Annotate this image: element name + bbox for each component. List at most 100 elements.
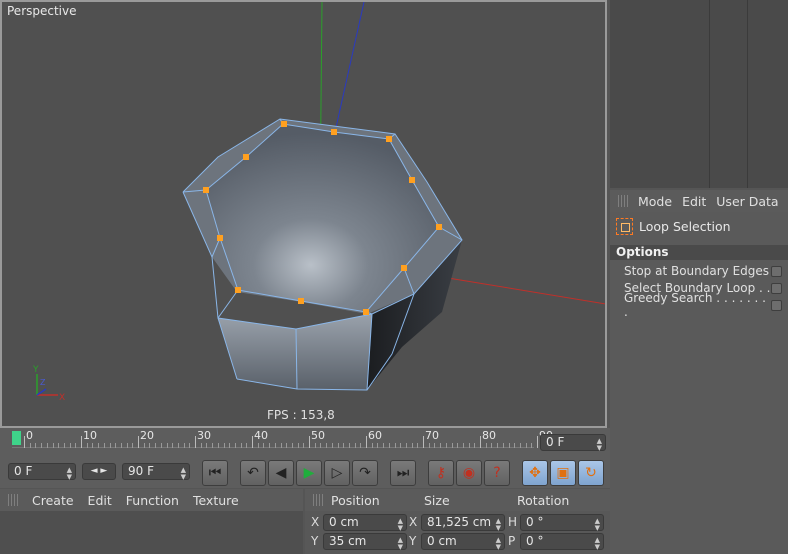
menu-edit[interactable]: Edit — [88, 493, 112, 508]
timeline[interactable]: 0102030405060708090 0 F ▲▼ — [0, 428, 610, 458]
go-to-end-button[interactable]: ⏭ — [390, 460, 416, 486]
play-button[interactable]: ▶ — [296, 460, 322, 486]
timeline-tick — [195, 436, 196, 448]
start-frame-field[interactable]: 0 F ▲ ▼ — [8, 463, 76, 481]
attributes-menubar: Mode Edit User Data — [610, 190, 788, 212]
rotation-p-field[interactable]: 0 ° ▲ ▼ — [520, 533, 604, 551]
size-y-field[interactable]: 0 cm ▲ ▼ — [421, 533, 505, 551]
current-frame-field[interactable]: 0 F ▲ ▼ — [540, 434, 606, 452]
end-frame-field[interactable]: 90 F ▲ ▼ — [122, 463, 190, 481]
timeline-tick-label: 50 — [311, 429, 325, 442]
timeline-minor-tick — [514, 443, 516, 448]
timeline-tick — [252, 436, 253, 448]
object-manager-panel[interactable] — [610, 0, 788, 188]
move-tool-button[interactable]: ✥ — [522, 460, 548, 486]
previous-key-icon: ↶ — [247, 465, 259, 481]
timeline-minor-tick — [343, 443, 345, 448]
timeline-minor-tick — [508, 443, 510, 448]
go-to-start-button[interactable]: ⏮ — [202, 460, 228, 486]
menu-user-data[interactable]: User Data — [716, 194, 778, 209]
attributes-panel: Mode Edit User Data Loop Selection Optio… — [610, 190, 788, 554]
timeline-minor-tick — [348, 443, 350, 448]
timeline-minor-tick — [440, 443, 442, 448]
timeline-tick — [366, 436, 367, 448]
perspective-viewport[interactable]: Y X Z Perspective FPS : 153,8 — [0, 0, 607, 428]
greedy-search-checkbox[interactable] — [771, 299, 782, 311]
keyframe-selection-icon: ? — [493, 465, 501, 481]
previous-key-button[interactable]: ↶ — [240, 460, 266, 486]
panel-grip-icon[interactable] — [8, 494, 18, 506]
option-label: Greedy Search . . . . . . . . — [624, 291, 766, 319]
select-boundary-loop-checkbox[interactable] — [771, 282, 782, 294]
position-x-field[interactable]: 0 cm ▲ ▼ — [323, 514, 407, 532]
viewport-scene[interactable]: Y X Z — [2, 2, 606, 427]
timeline-minor-tick — [457, 443, 459, 448]
range-slider[interactable]: ◄ ► — [82, 463, 116, 480]
timeline-tick — [81, 436, 82, 448]
size-x-field[interactable]: 81,525 cm ▲ ▼ — [421, 514, 505, 532]
timeline-ruler[interactable]: 0102030405060708090 — [12, 428, 553, 454]
timeline-minor-tick — [132, 443, 134, 448]
stop-at-boundary-edges-checkbox[interactable] — [771, 265, 782, 277]
timeline-minor-tick — [303, 443, 305, 448]
options-tab[interactable]: Options — [610, 245, 788, 260]
next-frame-icon: ▷ — [331, 465, 343, 481]
menu-texture[interactable]: Texture — [193, 493, 239, 508]
option-greedy-search[interactable]: Greedy Search . . . . . . . . — [624, 291, 782, 319]
timeline-minor-tick — [234, 443, 236, 448]
record-active-objects-button[interactable]: ⚷ — [428, 460, 454, 486]
rot-axis-label: P — [508, 534, 516, 548]
timeline-minor-tick — [200, 443, 202, 448]
position-y-field[interactable]: 35 cm ▲ ▼ — [323, 533, 407, 551]
timeline-tick-label: 80 — [482, 429, 496, 442]
timeline-minor-tick — [41, 443, 43, 448]
material-manager-panel[interactable]: Create Edit Function Texture — [0, 489, 303, 554]
rotation-header: Rotation — [517, 492, 570, 508]
timeline-tick-label: 60 — [368, 429, 382, 442]
menu-create[interactable]: Create — [32, 493, 74, 508]
timeline-minor-tick — [183, 443, 185, 448]
timeline-minor-tick — [103, 443, 105, 448]
keyframe-selection-button[interactable]: ? — [484, 460, 510, 486]
option-stop-at-boundary-edges[interactable]: Stop at Boundary Edges — [624, 263, 782, 279]
next-frame-button[interactable]: ▷ — [324, 460, 350, 486]
autokeying-button[interactable]: ◉ — [456, 460, 482, 486]
timeline-minor-tick — [354, 443, 356, 448]
timeline-minor-tick — [280, 443, 282, 448]
tool-name: Loop Selection — [639, 219, 731, 234]
z-axis-line — [334, 2, 365, 133]
position-x-value: 0 cm — [329, 515, 359, 529]
panel-grip-icon[interactable] — [313, 494, 323, 506]
timeline-minor-tick — [143, 443, 145, 448]
timeline-minor-tick — [394, 443, 396, 448]
timeline-minor-tick — [468, 443, 470, 448]
timeline-tick — [423, 436, 424, 448]
coordinates-panel: Position Size Rotation X 0 cm ▲ ▼ X 81,525… — [305, 489, 610, 554]
menu-edit[interactable]: Edit — [682, 194, 706, 209]
previous-frame-button[interactable]: ◀ — [268, 460, 294, 486]
size-axis-label: Y — [409, 534, 417, 548]
scale-tool-button[interactable]: ▣ — [550, 460, 576, 486]
rotation-h-field[interactable]: 0 ° ▲ ▼ — [520, 514, 604, 532]
option-label: Stop at Boundary Edges — [624, 264, 770, 278]
timeline-minor-tick — [160, 443, 162, 448]
rotate-tool-button[interactable]: ↻ — [578, 460, 604, 486]
next-key-button[interactable]: ↷ — [352, 460, 378, 486]
timeline-minor-tick — [257, 443, 259, 448]
timeline-minor-tick — [445, 443, 447, 448]
timeline-minor-tick — [98, 443, 100, 448]
timeline-minor-tick — [525, 443, 527, 448]
viewport-label[interactable]: Perspective — [7, 4, 77, 18]
go-to-end-icon: ⏭ — [396, 465, 410, 481]
svg-text:Y: Y — [32, 365, 39, 375]
panel-grip-icon[interactable] — [618, 195, 628, 207]
timeline-tick — [309, 436, 310, 448]
timeline-minor-tick — [240, 443, 242, 448]
menu-function[interactable]: Function — [126, 493, 179, 508]
menu-mode[interactable]: Mode — [638, 194, 672, 209]
timeline-minor-tick — [263, 443, 265, 448]
timeline-tick-label: 10 — [83, 429, 97, 442]
timeline-minor-tick — [320, 443, 322, 448]
timeline-minor-tick — [451, 443, 453, 448]
playhead-handle[interactable] — [12, 431, 21, 445]
